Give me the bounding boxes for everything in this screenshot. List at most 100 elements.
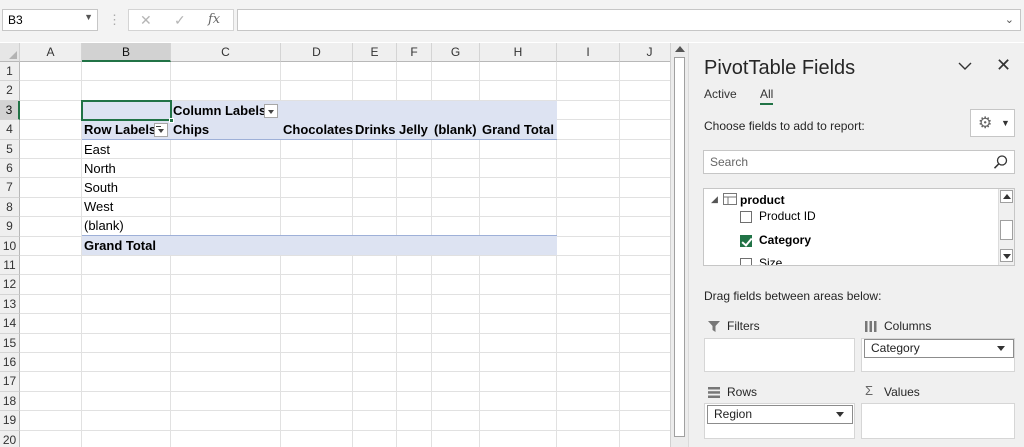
grid-cell[interactable]	[620, 159, 670, 179]
grid-cell[interactable]	[620, 120, 670, 140]
grid-cell[interactable]	[397, 391, 432, 412]
grid-cell[interactable]	[620, 392, 670, 412]
scroll-thumb[interactable]	[1000, 220, 1013, 240]
grid-cell[interactable]	[281, 197, 353, 218]
formula-input[interactable]: ⌄	[237, 9, 1021, 31]
grid-cell[interactable]	[620, 237, 670, 256]
grid-cell[interactable]	[281, 294, 353, 315]
grid-cell[interactable]	[620, 411, 670, 431]
grid-cell[interactable]	[432, 353, 480, 373]
grid-cell[interactable]	[82, 372, 171, 392]
row-header[interactable]: 14	[0, 314, 20, 334]
grid-cell[interactable]	[171, 294, 281, 315]
grid-cell[interactable]	[557, 100, 620, 121]
grid-cell[interactable]	[620, 295, 670, 315]
grid-cell[interactable]	[281, 139, 353, 159]
grid-cell[interactable]	[557, 256, 620, 276]
grid-cell[interactable]	[480, 139, 557, 159]
row-header[interactable]: 17	[0, 372, 20, 392]
grid-cell[interactable]	[20, 294, 82, 315]
grid-cell[interactable]	[620, 217, 670, 237]
grid-cell[interactable]	[397, 294, 432, 315]
grid-cell[interactable]	[353, 372, 397, 392]
field-list[interactable]: ◢ product Product ID Category Size	[703, 188, 1015, 266]
grid-cell[interactable]	[20, 411, 82, 431]
enter-formula-icon[interactable]: ✓	[174, 12, 186, 29]
grid-cell[interactable]	[557, 81, 620, 101]
grid-cell[interactable]	[397, 275, 432, 295]
grid-cell[interactable]	[281, 353, 353, 373]
grid-cell[interactable]	[432, 159, 480, 179]
grid-cell[interactable]	[171, 81, 281, 101]
grid-cell[interactable]	[432, 275, 480, 295]
grid-cell[interactable]	[557, 275, 620, 295]
column-header[interactable]: A	[20, 43, 82, 62]
grid-cell[interactable]	[480, 430, 557, 447]
grid-cell[interactable]	[480, 275, 557, 295]
grid-cell[interactable]	[281, 62, 353, 82]
grid-cell[interactable]	[171, 372, 281, 392]
grid-cell[interactable]	[353, 159, 397, 179]
field-label[interactable]: Size	[759, 256, 782, 265]
grid-cell[interactable]	[20, 100, 82, 121]
expand-formula-bar-icon[interactable]: ⌄	[1005, 13, 1014, 26]
row-header[interactable]: 12	[0, 275, 20, 295]
grid-cell[interactable]	[82, 333, 171, 353]
select-all-corner[interactable]	[0, 43, 20, 62]
grid-cell[interactable]	[281, 333, 353, 353]
grid-cell[interactable]	[20, 256, 82, 276]
row-header[interactable]: 15	[0, 333, 20, 353]
grid-cell[interactable]	[432, 256, 480, 276]
row-header[interactable]: 11	[0, 256, 20, 276]
name-box[interactable]: B3 ▼	[2, 9, 98, 31]
grid-cell[interactable]	[353, 411, 397, 431]
grid-cell[interactable]	[397, 333, 432, 353]
grid-cell[interactable]	[171, 197, 281, 218]
row-header[interactable]: 6	[0, 159, 20, 179]
grid-cell[interactable]	[20, 217, 82, 237]
grid-cell[interactable]	[171, 314, 281, 334]
grid-cell[interactable]	[620, 431, 670, 447]
collapse-table-icon[interactable]: ◢	[711, 194, 718, 205]
grid-cell[interactable]	[480, 294, 557, 315]
grid-cell[interactable]	[82, 430, 171, 447]
columns-drop-area[interactable]: Category	[861, 338, 1015, 372]
grid-cell[interactable]	[353, 275, 397, 295]
column-header[interactable]: I	[557, 43, 620, 62]
grid-cell[interactable]	[480, 353, 557, 373]
grid-cell[interactable]	[20, 372, 82, 392]
grid-cell[interactable]	[20, 314, 82, 334]
grid-cell[interactable]	[432, 62, 480, 82]
grid-cell[interactable]	[557, 430, 620, 447]
field-list-scrollbar[interactable]	[998, 189, 1014, 265]
grid-cell[interactable]	[620, 81, 670, 101]
grid-cell[interactable]	[397, 139, 432, 159]
tab-all[interactable]: All	[760, 87, 774, 105]
grid-cell[interactable]	[397, 430, 432, 447]
grid-cell[interactable]	[20, 139, 82, 159]
field-checkbox-category[interactable]	[740, 235, 752, 247]
grid-cell[interactable]	[557, 411, 620, 431]
grid-cell[interactable]	[432, 81, 480, 101]
grid-cell[interactable]	[20, 120, 82, 140]
field-search-input[interactable]: Search	[703, 150, 1015, 174]
column-header[interactable]: F	[397, 43, 432, 62]
grid-cell[interactable]	[432, 139, 480, 159]
grid-cell[interactable]	[353, 217, 397, 237]
grid-cell[interactable]	[82, 256, 171, 276]
grid-cell[interactable]	[480, 372, 557, 392]
grid-cell[interactable]	[397, 81, 432, 101]
grid-cell[interactable]	[620, 314, 670, 334]
grid-cell[interactable]	[620, 372, 670, 392]
grid-cell[interactable]	[353, 391, 397, 412]
row-header[interactable]: 4	[0, 120, 20, 140]
grid-cell[interactable]	[171, 333, 281, 353]
grid-cell[interactable]	[281, 256, 353, 276]
grid-cell[interactable]	[557, 294, 620, 315]
grid-cell[interactable]	[82, 81, 171, 101]
grid-cell[interactable]	[432, 314, 480, 334]
grid-cell[interactable]	[20, 275, 82, 295]
grid-cell[interactable]	[620, 275, 670, 295]
grid-cell[interactable]	[353, 333, 397, 353]
grid-cell[interactable]	[281, 81, 353, 101]
